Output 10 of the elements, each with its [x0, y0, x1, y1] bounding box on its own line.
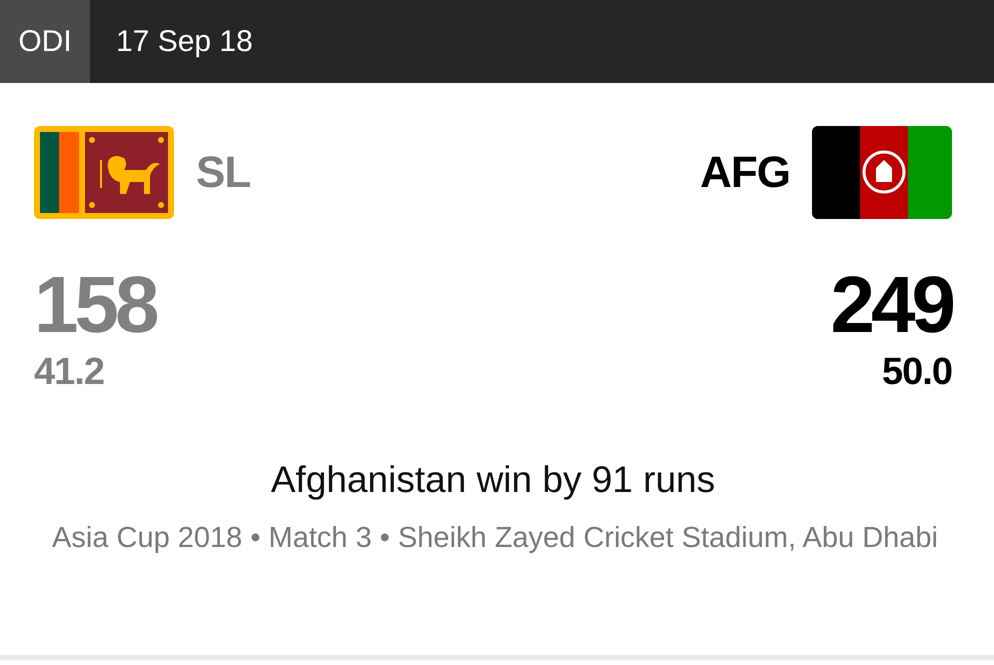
score: 158	[34, 265, 156, 345]
venue-text: Asia Cup 2018 • Match 3 • Sheikh Zayed Cricket Stadium, Abu Dhabi	[51, 521, 939, 556]
overs: 50.0	[882, 353, 952, 391]
team-abbreviation: SL	[196, 148, 250, 198]
overs: 41.2	[34, 353, 104, 391]
score: 249	[830, 265, 952, 345]
team-abbreviation: AFG	[700, 148, 790, 198]
format-label: ODI	[0, 0, 90, 83]
match-date: 17 Sep 18	[115, 24, 253, 60]
result-text: Afghanistan win by 91 runs	[270, 459, 716, 501]
